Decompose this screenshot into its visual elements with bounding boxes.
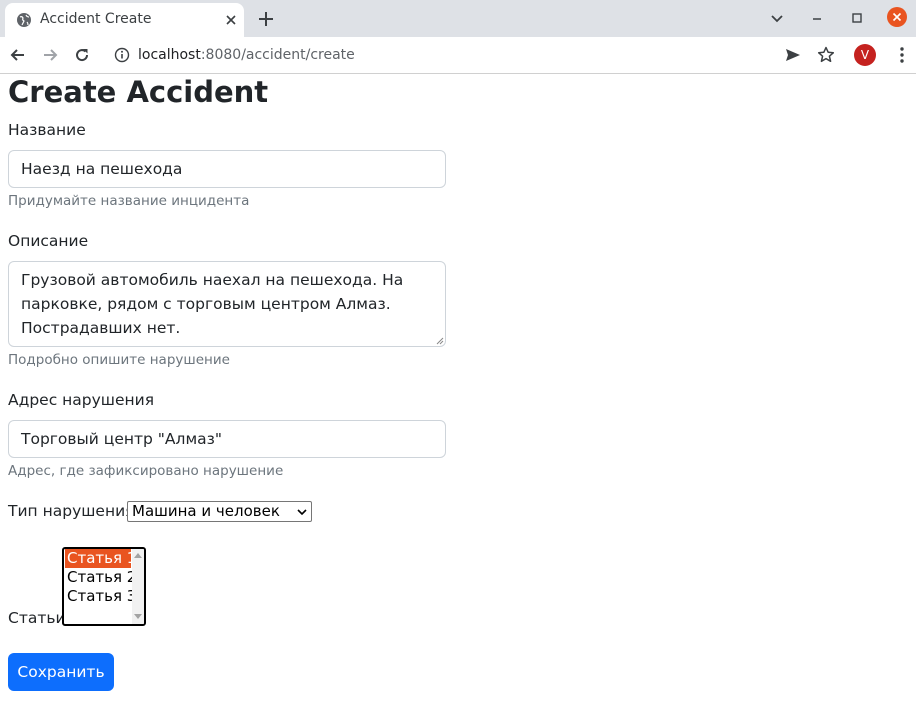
description-label: Описание bbox=[8, 232, 89, 250]
type-selected-value: Машина и человек bbox=[132, 502, 280, 520]
send-icon[interactable] bbox=[784, 46, 802, 64]
scroll-down-icon[interactable] bbox=[134, 614, 142, 620]
listbox-scrollbar[interactable] bbox=[132, 549, 144, 624]
articles-listbox[interactable]: Статья 1 Статья 2 Статья 3 bbox=[62, 547, 146, 626]
address-input[interactable]: Торговый центр "Алмаз" bbox=[8, 420, 446, 458]
back-arrow-icon[interactable] bbox=[8, 45, 28, 65]
profile-avatar[interactable]: V bbox=[854, 44, 876, 66]
url-host: localhost bbox=[138, 47, 201, 63]
address-help-text: Адрес, где зафиксировано нарушение bbox=[8, 463, 284, 479]
reload-icon[interactable] bbox=[72, 45, 92, 65]
article-option-2[interactable]: Статья 2 bbox=[65, 568, 136, 587]
kebab-menu-icon[interactable] bbox=[894, 45, 910, 65]
minimize-icon[interactable] bbox=[808, 9, 826, 27]
articles-label: Статьи bbox=[8, 609, 66, 627]
type-label: Тип нарушения bbox=[8, 502, 135, 520]
tab-title: Accident Create bbox=[40, 11, 152, 27]
article-option-3[interactable]: Статья 3 bbox=[65, 587, 136, 606]
window-close-button[interactable] bbox=[887, 7, 907, 27]
close-window-icon bbox=[892, 12, 902, 22]
article-option-1[interactable]: Статья 1 bbox=[65, 549, 136, 568]
maximize-icon[interactable] bbox=[848, 9, 866, 27]
name-input[interactable]: Наезд на пешехода bbox=[8, 150, 446, 188]
page-title: Create Accident bbox=[8, 75, 269, 109]
forward-arrow-icon[interactable] bbox=[40, 45, 60, 65]
description-text: Грузовой автомобиль наехал на пешехода. … bbox=[21, 271, 404, 337]
url-text[interactable]: localhost:8080/accident/create bbox=[138, 47, 355, 63]
bookmark-star-icon[interactable] bbox=[816, 45, 836, 65]
browser-tab[interactable]: Accident Create bbox=[5, 3, 244, 37]
new-tab-icon[interactable] bbox=[256, 9, 276, 29]
tab-bar: Accident Create bbox=[0, 0, 916, 37]
description-help-text: Подробно опишите нарушение bbox=[8, 352, 230, 368]
save-button[interactable]: Сохранить bbox=[8, 653, 114, 691]
close-tab-icon[interactable] bbox=[223, 12, 239, 28]
url-path: :8080/accident/create bbox=[200, 47, 355, 63]
site-info-icon[interactable] bbox=[114, 47, 130, 63]
globe-icon bbox=[17, 13, 31, 27]
chevron-down-icon bbox=[297, 509, 307, 516]
address-bar[interactable]: localhost:8080/accident/create bbox=[104, 41, 844, 70]
resize-grip-icon[interactable] bbox=[436, 337, 444, 345]
name-help-text: Придумайте название инцидента bbox=[8, 193, 250, 209]
browser-toolbar: localhost:8080/accident/create V bbox=[0, 37, 916, 74]
address-label: Адрес нарушения bbox=[8, 391, 155, 409]
type-select[interactable]: Машина и человек bbox=[127, 501, 312, 522]
scroll-up-icon[interactable] bbox=[134, 552, 142, 558]
tab-search-chevron-icon[interactable] bbox=[768, 9, 786, 27]
name-label: Название bbox=[8, 121, 86, 139]
description-textarea[interactable]: Грузовой автомобиль наехал на пешехода. … bbox=[8, 261, 446, 347]
